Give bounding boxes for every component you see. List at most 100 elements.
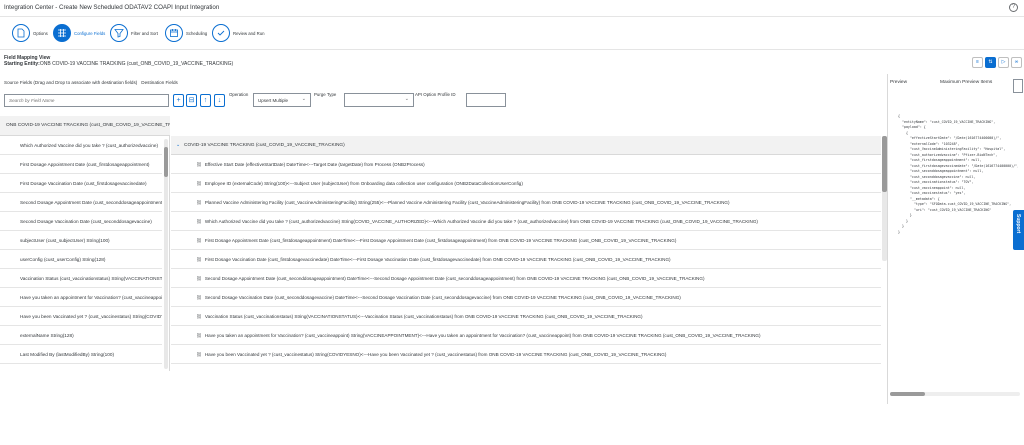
mapping-text: First Dosage Appointment Date (cust_firs… xyxy=(204,238,677,243)
preview-scrollbar[interactable] xyxy=(890,392,1020,396)
preview-panel: Preview Maximum Preview Items { "entityN… xyxy=(887,74,1024,404)
column-labels: Source Fields (Drag and Drop to associat… xyxy=(4,80,178,85)
link-icon: ⛓ xyxy=(196,219,202,224)
mapping-text: Which Authorized Vaccine did you take ? … xyxy=(204,219,758,224)
preview-json: { "entityName": "cust_COVID_19_VACCINE_T… xyxy=(898,114,1018,234)
api-option-label: API Option Profile ID xyxy=(415,92,456,97)
mapping-row[interactable]: ⛓ Employee ID (externalCode) String(100)<… xyxy=(171,174,881,193)
mapping-text: Have you taken an appointment for Vaccin… xyxy=(204,333,761,338)
step-scheduling-label: Scheduling xyxy=(186,31,208,36)
calendar-icon xyxy=(165,24,183,42)
mapping-text: Vaccination Status (cust_vaccinationstat… xyxy=(204,314,643,319)
step-filter-and-sort-label: Filter and Sort xyxy=(131,31,158,36)
scrollbar-thumb[interactable] xyxy=(164,147,168,177)
source-fields-panel: ONB COVID-19 VACCINE TRACKING (cust_ONB_… xyxy=(0,116,170,371)
link-icon: ⛓ xyxy=(196,276,202,281)
operation-select[interactable]: Upsert Multiple ⌄ xyxy=(253,93,311,107)
preview-title: Preview xyxy=(890,80,908,85)
list-item[interactable]: Vaccination Status (cust_vaccinationstat… xyxy=(0,269,162,288)
link-icon: ⛓ xyxy=(196,181,202,186)
link-icon: ⛓ xyxy=(196,200,202,205)
help-icon[interactable]: ? xyxy=(1009,3,1018,12)
mapping-text: Have you been Vaccinated yet ? (cust_vac… xyxy=(204,352,667,357)
destination-entity-header[interactable]: ⌄ COVID-19 VACCINE TRACKING (cust_COVID_1… xyxy=(171,136,881,155)
mapping-row[interactable]: ⛓ First Dosage Vaccination Date (cust_fir… xyxy=(171,250,881,269)
search-input[interactable] xyxy=(4,94,169,107)
source-entity-header[interactable]: ONB COVID-19 VACCINE TRACKING (cust_ONB_… xyxy=(0,116,170,136)
play-icon[interactable]: ▷ xyxy=(998,57,1009,68)
mapping-text: Second Dosage Appointment Date (cust_sec… xyxy=(204,276,705,281)
list-item[interactable]: Second Dosage Appointment Date (cust_sec… xyxy=(0,193,162,212)
mapping-row[interactable]: ⛓ Second Dosage Vaccination Date (cust_se… xyxy=(171,288,881,307)
link-icon: ⛓ xyxy=(196,162,202,167)
source-scrollbar[interactable] xyxy=(164,139,168,369)
mapping-row[interactable]: ⛓ First Dosage Appointment Date (cust_fir… xyxy=(171,231,881,250)
starting-entity: Starting Entity:ONB COVID-19 VACCINE TRA… xyxy=(4,61,233,67)
max-preview-items-input[interactable] xyxy=(1013,79,1023,93)
purge-type-label: Purge Type xyxy=(314,92,337,97)
mapping-row[interactable]: ⛓ Second Dosage Appointment Date (cust_se… xyxy=(171,269,881,288)
operation-value: Upsert Multiple xyxy=(258,98,289,103)
mapping-row[interactable]: ⛓ Planned Vaccine Administering Facility … xyxy=(171,193,881,212)
list-item[interactable]: Which Authorized Vaccine did you take ? … xyxy=(0,136,162,155)
list-item[interactable]: Second Dosage Vaccination Date (cust_sec… xyxy=(0,212,162,231)
mapping-row[interactable]: ⛓ Which Authorized Vaccine did you take ?… xyxy=(171,212,881,231)
mapping-row[interactable]: ⛓ Have you taken an appointment for Vacci… xyxy=(171,326,881,345)
list-item[interactable]: Last Modified By (lastModifiedBy) String… xyxy=(0,345,162,364)
starting-entity-label: Starting Entity: xyxy=(4,61,40,67)
arrow-down-icon[interactable]: ↓ xyxy=(214,94,225,107)
chevron-down-icon: ⌄ xyxy=(301,96,306,102)
support-tab-label: Support xyxy=(1015,214,1021,234)
list-item[interactable]: subjectUser (cust_subjectUser) String(10… xyxy=(0,231,162,250)
list-item[interactable]: Have you taken an appointment for Vaccin… xyxy=(0,288,162,307)
destination-fields-label: Destination Fields xyxy=(141,80,178,85)
api-option-input[interactable] xyxy=(466,93,506,107)
checkmark-icon xyxy=(212,24,230,42)
max-preview-items-label: Maximum Preview Items xyxy=(940,80,993,85)
link-icon: ⛓ xyxy=(196,352,202,357)
list-item[interactable]: First Dosage Appointment Date (cust_firs… xyxy=(0,155,162,174)
link-icon: ⛓ xyxy=(196,295,202,300)
link-icon: ⛓ xyxy=(196,333,202,338)
mapping-row[interactable]: ⛓ Have you been Vaccinated yet ? (cust_va… xyxy=(171,345,881,364)
list-item[interactable]: First Dosage Vaccination Date (cust_firs… xyxy=(0,174,162,193)
support-tab[interactable]: Support xyxy=(1013,210,1024,250)
delete-icon[interactable]: ⊟ xyxy=(186,94,197,107)
link-icon: ⛓ xyxy=(196,257,202,262)
purge-type-select[interactable]: ⌄ xyxy=(344,93,414,107)
glasses-icon[interactable]: ∞ xyxy=(1011,57,1022,68)
scrollbar-thumb[interactable] xyxy=(890,392,925,396)
mapping-view-icon[interactable]: ⇅ xyxy=(985,57,996,68)
list-view-icon[interactable]: ≡ xyxy=(972,57,983,68)
list-item[interactable]: externalName String(128) xyxy=(0,326,162,345)
step-configure-fields-label: Configure Fields xyxy=(74,31,106,36)
window-title: Integration Center - Create New Schedule… xyxy=(4,4,220,11)
link-icon: ⛓ xyxy=(196,238,202,243)
starting-entity-value: ONB COVID-19 VACCINE TRACKING (cust_ONB_… xyxy=(39,61,234,67)
destination-entity-label: COVID-19 VACCINE TRACKING (cust_COVID_19… xyxy=(184,143,345,148)
arrow-up-icon[interactable]: ↑ xyxy=(200,94,211,107)
document-icon xyxy=(12,24,30,42)
mapping-text: Planned Vaccine Administering Facility (… xyxy=(204,200,730,205)
step-review-and-run-label: Review and Run xyxy=(233,31,265,36)
wizard-steps: Options Configure Fields Filter and Sort… xyxy=(0,18,1024,50)
mapping-text: Employee ID (externalCode) String(100)<-… xyxy=(204,181,523,186)
add-icon[interactable]: + xyxy=(173,94,184,107)
chevron-down-icon: ⌄ xyxy=(404,96,409,102)
mapping-text: Effective Start Date (effectiveStartDate… xyxy=(204,162,425,167)
destination-panel: ⌄ COVID-19 VACCINE TRACKING (cust_COVID_1… xyxy=(171,136,887,371)
mapping-text: Second Dosage Vaccination Date (cust_sec… xyxy=(204,295,681,300)
grid-icon xyxy=(53,24,71,42)
mapping-text: First Dosage Vaccination Date (cust_firs… xyxy=(204,257,671,262)
chevron-down-icon[interactable]: ⌄ xyxy=(176,143,180,148)
mapping-row[interactable]: ⛓ Effective Start Date (effectiveStartDat… xyxy=(171,155,881,174)
mapping-row[interactable]: ⛓ Vaccination Status (cust_vaccinationsta… xyxy=(171,307,881,326)
source-fields-label: Source Fields (Drag and Drop to associat… xyxy=(4,80,138,85)
link-icon: ⛓ xyxy=(196,314,202,319)
list-item[interactable]: userConfig (cust_userConfig) String(128) xyxy=(0,250,162,269)
operation-label: Operation xyxy=(229,92,249,97)
filter-icon xyxy=(110,24,128,42)
title-bar: Integration Center - Create New Schedule… xyxy=(0,0,1024,17)
step-options-label: Options xyxy=(33,31,48,36)
list-item[interactable]: Have you been Vaccinated yet ? (cust_vac… xyxy=(0,307,162,326)
